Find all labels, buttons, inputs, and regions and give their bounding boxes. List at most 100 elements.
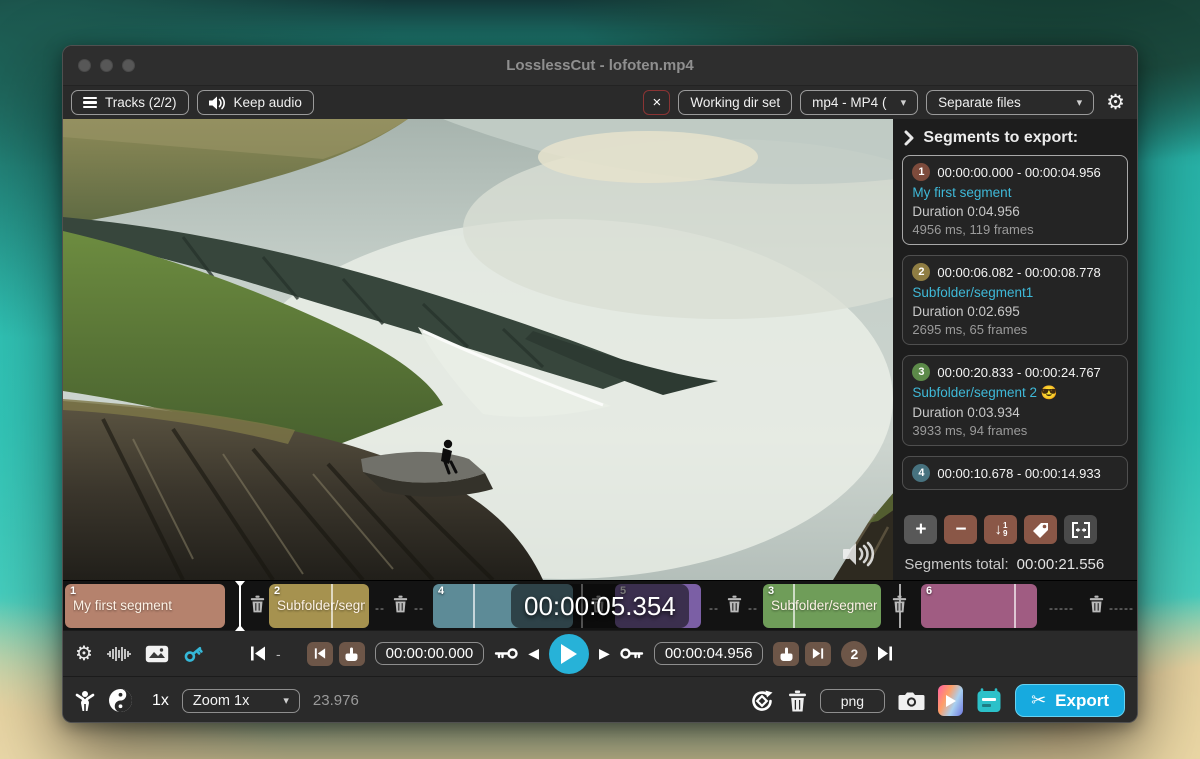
keep-audio-label: Keep audio: [234, 95, 302, 110]
tag-icon: [1032, 521, 1050, 539]
thumbnails-icon[interactable]: [145, 645, 169, 663]
segment-time-range: 00:00:20.833 - 00:00:24.767: [937, 365, 1100, 380]
trash-icon[interactable]: [393, 595, 408, 613]
close-icon: ×: [653, 94, 662, 111]
frame-forward-icon[interactable]: ▶: [599, 645, 610, 662]
segment-time-range: 00:00:10.678 - 00:00:14.933: [937, 466, 1100, 481]
left-toggles: ⚙: [75, 643, 240, 665]
current-segment-badge[interactable]: 2: [841, 641, 867, 667]
volume-icon[interactable]: [841, 540, 877, 568]
segment-meta: 4956 ms, 119 frames: [912, 222, 1118, 237]
chevron-down-icon: ▾: [901, 96, 907, 109]
keyframe-cut-icon[interactable]: [182, 643, 204, 665]
segment-number-badge: 2: [912, 263, 930, 281]
keep-audio-button[interactable]: Keep audio: [197, 90, 314, 115]
close-file-button[interactable]: ×: [643, 90, 670, 115]
segment-name-link[interactable]: Subfolder/segment 2 😎: [912, 385, 1118, 401]
timeline-segment-number: 3: [768, 585, 774, 597]
minus-icon: −: [955, 519, 966, 541]
segment-card[interactable]: 4 00:00:10.678 - 00:00:14.933: [902, 456, 1128, 490]
keyframe-marker: [793, 584, 795, 628]
timeline-zoom-value: Zoom 1x: [193, 693, 249, 709]
rotate-icon[interactable]: [749, 688, 775, 714]
remove-segment-button[interactable]: −: [944, 515, 977, 544]
segment-card[interactable]: 1 00:00:00.000 - 00:00:04.956 My first s…: [902, 155, 1128, 245]
controls-dash: -: [276, 646, 281, 662]
hand-icon: [345, 647, 358, 661]
gap-dashes: --: [375, 601, 385, 615]
play-icon: [561, 644, 587, 664]
output-format-select[interactable]: mp4 - MP4 (M ▾: [800, 90, 918, 115]
segments-header[interactable]: Segments to export:: [902, 125, 1128, 155]
timeline-segment[interactable]: 2 Subfolder/segment1: [269, 584, 369, 628]
timeline[interactable]: 1 My first segment 2 Subfolder/segment1 …: [63, 580, 1137, 630]
capture-format-button[interactable]: png: [820, 689, 885, 713]
seek-prev-keyframe-icon[interactable]: [494, 647, 518, 660]
segment-number-badge: 4: [912, 464, 930, 482]
jump-cut-start-button[interactable]: [307, 642, 333, 666]
add-segment-button[interactable]: +: [904, 515, 937, 544]
jump-cut-end-button[interactable]: [805, 642, 831, 666]
invert-segments-icon: [1071, 522, 1091, 538]
invert-segments-button[interactable]: [1064, 515, 1097, 544]
set-cut-start-button[interactable]: [339, 642, 365, 666]
working-dir-button[interactable]: Working dir set: [678, 90, 792, 115]
timeline-segment[interactable]: 3 Subfolder/segment 2: [763, 584, 881, 628]
segment-name-link[interactable]: Subfolder/segment1: [912, 285, 1118, 300]
seek-next-keyframe-icon[interactable]: [620, 647, 644, 660]
segment-time-range: 00:00:06.082 - 00:00:08.778: [937, 265, 1100, 280]
segments-header-label: Segments to export:: [923, 129, 1078, 147]
label-segment-button[interactable]: [1024, 515, 1057, 544]
trash-icon[interactable]: [250, 595, 265, 613]
segment-name-link[interactable]: My first segment: [912, 185, 1118, 200]
cut-start-time-input[interactable]: 00:00:00.000: [375, 642, 485, 665]
cut-end-time-input[interactable]: 00:00:04.956: [654, 642, 764, 665]
playback-controls: ⚙ - 00:00:00.000 ◀ ▶ 00:00:04.956 2: [63, 630, 1137, 676]
segment-number-badge: 3: [912, 363, 930, 381]
segment-card[interactable]: 2 00:00:06.082 - 00:00:08.778 Subfolder/…: [902, 255, 1128, 345]
jump-start-icon[interactable]: [250, 646, 266, 661]
speaker-icon: [209, 96, 226, 110]
mascot-icon[interactable]: [75, 690, 95, 712]
playhead-cursor[interactable]: [239, 581, 241, 631]
segment-card[interactable]: 3 00:00:20.833 - 00:00:24.767 Subfolder/…: [902, 355, 1128, 446]
segments-total: Segments total: 00:00:21.556: [902, 554, 1128, 575]
timeline-segment[interactable]: 1 My first segment: [65, 584, 225, 628]
video-preview[interactable]: [63, 119, 893, 580]
export-button[interactable]: ✂ Export: [1015, 684, 1125, 717]
segments-total-value: 00:00:21.556: [1017, 556, 1105, 573]
gap-dashes: --: [709, 601, 719, 615]
app-window: LosslessCut - lofoten.mp4 Tracks (2/2) K…: [62, 45, 1138, 723]
preview-thumbnail-icon[interactable]: [938, 685, 963, 716]
camera-icon[interactable]: [898, 691, 925, 711]
trash-icon[interactable]: [727, 595, 742, 613]
jump-end-icon[interactable]: [877, 646, 893, 661]
timeline-segment-label: My first segment: [73, 598, 221, 613]
sort-segments-button[interactable]: ↓ 19: [984, 515, 1017, 544]
scissors-icon: ✂: [1031, 690, 1046, 711]
yin-yang-icon[interactable]: [108, 688, 133, 713]
frame-back-icon[interactable]: ◀: [528, 645, 539, 662]
timeline-segment[interactable]: 6: [921, 584, 1037, 628]
tracks-menu-icon: [83, 97, 97, 109]
main-area: Segments to export: 1 00:00:00.000 - 00:…: [63, 119, 1137, 580]
bottom-toolbar: 1x Zoom 1x ▾ 23.976 png ✂ Export: [63, 676, 1137, 723]
timeline-segment-number: 1: [70, 585, 76, 597]
play-button[interactable]: [549, 634, 589, 674]
set-cut-end-button[interactable]: [773, 642, 799, 666]
chevron-right-icon: [904, 130, 914, 146]
segment-duration: Duration 0:03.934: [912, 405, 1118, 420]
segment-number-badge: 1: [912, 163, 930, 181]
next-segment-icon: [812, 648, 824, 659]
trash-icon[interactable]: [788, 690, 807, 712]
waveform-icon[interactable]: [106, 646, 132, 662]
trash-icon[interactable]: [1089, 595, 1104, 613]
export-settings-icon[interactable]: [976, 688, 1002, 714]
chevron-down-icon: ▾: [283, 694, 289, 707]
output-mode-select[interactable]: Separate files ▾: [926, 90, 1094, 115]
settings-icon[interactable]: ⚙: [75, 644, 93, 664]
trash-icon[interactable]: [892, 595, 907, 613]
tracks-button[interactable]: Tracks (2/2): [71, 90, 189, 115]
timeline-zoom-select[interactable]: Zoom 1x ▾: [182, 689, 300, 713]
settings-gear-icon[interactable]: ⚙: [1106, 92, 1125, 113]
